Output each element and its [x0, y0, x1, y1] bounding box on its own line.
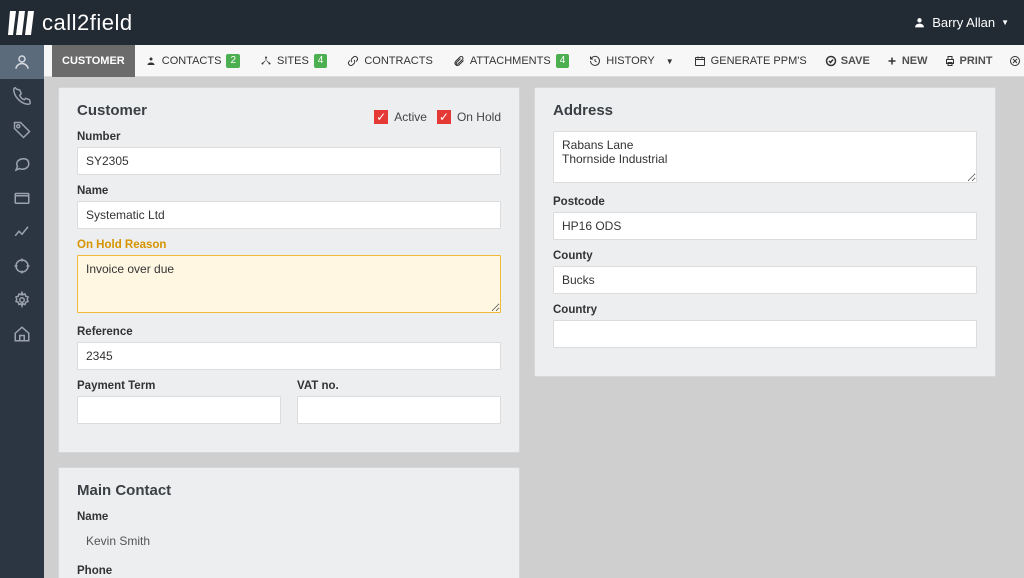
country-label: Country	[553, 304, 977, 316]
county-label: County	[553, 250, 977, 262]
check-icon	[825, 55, 837, 67]
contact-phone-label: Phone	[77, 565, 501, 577]
nav-settings[interactable]	[0, 283, 44, 317]
contact-name-label: Name	[77, 511, 501, 523]
payment-term-input[interactable]	[77, 396, 281, 424]
action-print[interactable]: PRINT	[936, 45, 1001, 76]
side-nav	[0, 45, 44, 578]
nav-customer[interactable]	[0, 45, 44, 79]
contacts-icon	[145, 55, 157, 67]
customer-panel: Customer ✓Active ✓On Hold Number Name	[58, 87, 520, 453]
tab-bar: CUSTOMER CONTACTS 2 SITES 4 CONTRACTS AT…	[44, 45, 1024, 77]
nav-phone[interactable]	[0, 79, 44, 113]
action-new[interactable]: NEW	[878, 45, 936, 76]
main-contact-panel: Main Contact Name Phone	[58, 467, 520, 578]
tab-history[interactable]: HISTORY ▼	[579, 45, 683, 77]
tab-contracts[interactable]: CONTRACTS	[337, 45, 442, 77]
brand-logo: call2field	[8, 9, 133, 37]
tab-generate-ppm[interactable]: GENERATE PPM'S	[684, 45, 817, 77]
link-icon	[347, 55, 359, 67]
address-panel: Address Postcode County Country	[534, 87, 996, 377]
name-label: Name	[77, 185, 501, 197]
print-icon	[944, 55, 956, 67]
active-checkbox[interactable]: ✓Active	[374, 110, 427, 124]
caret-down-icon: ▼	[1001, 18, 1009, 27]
nav-chart[interactable]	[0, 215, 44, 249]
calendar-icon	[694, 55, 706, 67]
contact-name-input[interactable]	[77, 527, 501, 555]
logo-icon	[8, 9, 36, 37]
delete-icon	[1009, 55, 1021, 67]
country-input[interactable]	[553, 320, 977, 348]
attachments-badge: 4	[556, 54, 570, 68]
user-name: Barry Allan	[932, 15, 995, 30]
content-area: Customer ✓Active ✓On Hold Number Name	[44, 77, 1024, 578]
customer-title: Customer	[77, 102, 147, 119]
onhold-reason-input[interactable]	[77, 255, 501, 313]
onhold-checkbox[interactable]: ✓On Hold	[437, 110, 501, 124]
tab-attachments[interactable]: ATTACHMENTS 4	[443, 45, 579, 77]
paperclip-icon	[453, 55, 465, 67]
nav-folder[interactable]	[0, 181, 44, 215]
name-input[interactable]	[77, 201, 501, 229]
sites-icon	[260, 55, 272, 67]
caret-down-icon: ▼	[666, 57, 674, 66]
sites-badge: 4	[314, 54, 328, 68]
reference-label: Reference	[77, 326, 501, 338]
postcode-label: Postcode	[553, 196, 977, 208]
tab-contacts[interactable]: CONTACTS 2	[135, 45, 250, 77]
nav-tag[interactable]	[0, 113, 44, 147]
contacts-badge: 2	[226, 54, 240, 68]
top-bar: call2field Barry Allan ▼	[0, 0, 1024, 45]
nav-home[interactable]	[0, 317, 44, 351]
action-delete[interactable]: DELETE	[1001, 45, 1024, 76]
postcode-input[interactable]	[553, 212, 977, 240]
vat-input[interactable]	[297, 396, 501, 424]
vat-label: VAT no.	[297, 380, 501, 392]
number-input[interactable]	[77, 147, 501, 175]
onhold-reason-label: On Hold Reason	[77, 239, 501, 251]
user-menu[interactable]: Barry Allan ▼	[913, 15, 1009, 30]
number-label: Number	[77, 131, 501, 143]
action-save[interactable]: SAVE	[817, 45, 878, 76]
history-icon	[589, 55, 601, 67]
user-icon	[913, 16, 926, 29]
nav-target[interactable]	[0, 249, 44, 283]
county-input[interactable]	[553, 266, 977, 294]
address-title: Address	[553, 102, 977, 119]
address-textarea[interactable]	[553, 131, 977, 183]
plus-icon	[886, 55, 898, 67]
tab-sites[interactable]: SITES 4	[250, 45, 337, 77]
main-contact-title: Main Contact	[77, 482, 501, 499]
payment-term-label: Payment Term	[77, 380, 281, 392]
nav-chat[interactable]	[0, 147, 44, 181]
reference-input[interactable]	[77, 342, 501, 370]
tab-customer[interactable]: CUSTOMER	[52, 45, 135, 77]
brand-text: call2field	[42, 10, 133, 36]
status-checkboxes: ✓Active ✓On Hold	[374, 110, 501, 124]
